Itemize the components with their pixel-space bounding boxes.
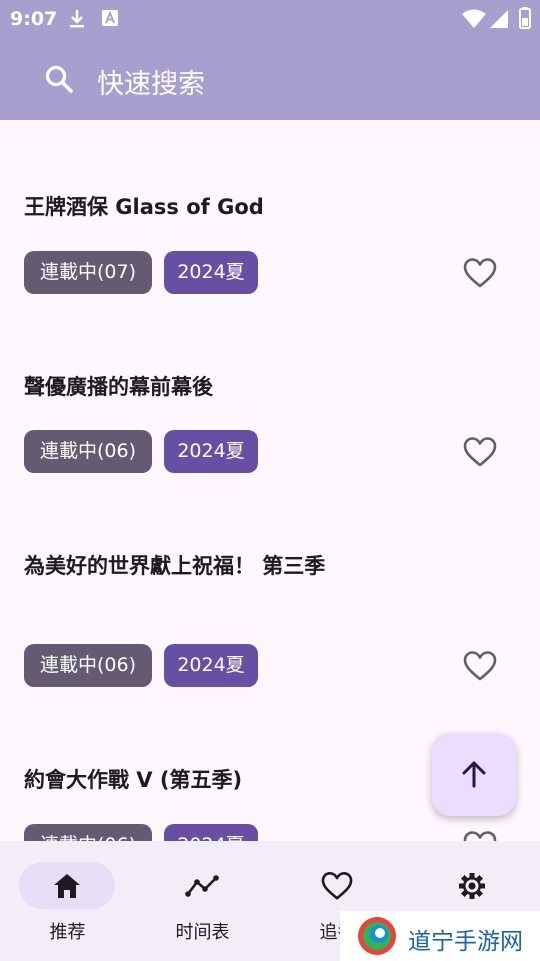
gear-icon — [457, 871, 487, 905]
watermark: 道宁手游网 — [340, 911, 540, 961]
nav-label: 时间表 — [175, 922, 230, 943]
nav-label: 推荐 — [49, 922, 86, 943]
download-icon — [68, 9, 86, 33]
search-icon[interactable] — [44, 64, 74, 98]
season-chip: 2024夏 — [164, 251, 258, 294]
season-chip: 2024夏 — [164, 644, 258, 687]
font-icon — [102, 9, 118, 31]
signal-icon — [490, 9, 508, 33]
watermark-text: 道宁手游网 — [408, 929, 523, 955]
wifi-icon — [462, 9, 486, 33]
item-title[interactable]: 王牌酒保 Glass of God — [24, 189, 334, 225]
status-chip: 連載中(06) — [24, 824, 152, 841]
item-title[interactable]: 聲優廣播的幕前幕後 — [24, 369, 334, 405]
heart-icon — [320, 871, 354, 905]
status-bar: 9:07 — [0, 0, 540, 38]
nav-item-schedule[interactable]: 时间表 — [135, 841, 270, 961]
home-icon — [52, 872, 82, 904]
status-chip: 連載中(07) — [24, 251, 152, 294]
favorite-heart-icon[interactable] — [462, 830, 498, 841]
status-chip: 連載中(06) — [24, 644, 152, 687]
season-chip: 2024夏 — [164, 824, 258, 841]
search-bar[interactable]: 快速搜索 — [0, 38, 540, 120]
season-chip: 2024夏 — [164, 430, 258, 473]
watermark-logo-icon — [356, 915, 398, 961]
battery-icon — [519, 7, 531, 33]
nav-item-recommend[interactable]: 推荐 — [0, 841, 135, 961]
timeline-icon — [185, 874, 219, 902]
item-title[interactable]: 約會大作戰 V (第五季) — [24, 762, 334, 798]
arrow-up-icon — [462, 761, 486, 788]
item-title[interactable]: 為美好的世界獻上祝福！ 第三季 — [24, 548, 334, 584]
favorite-heart-icon[interactable] — [462, 436, 498, 472]
favorite-heart-icon[interactable] — [462, 257, 498, 293]
status-chip: 連載中(06) — [24, 430, 152, 473]
favorite-heart-icon[interactable] — [462, 650, 498, 686]
status-time: 9:07 — [10, 8, 58, 30]
scroll-top-button[interactable] — [432, 733, 516, 816]
search-input[interactable]: 快速搜索 — [97, 62, 205, 101]
